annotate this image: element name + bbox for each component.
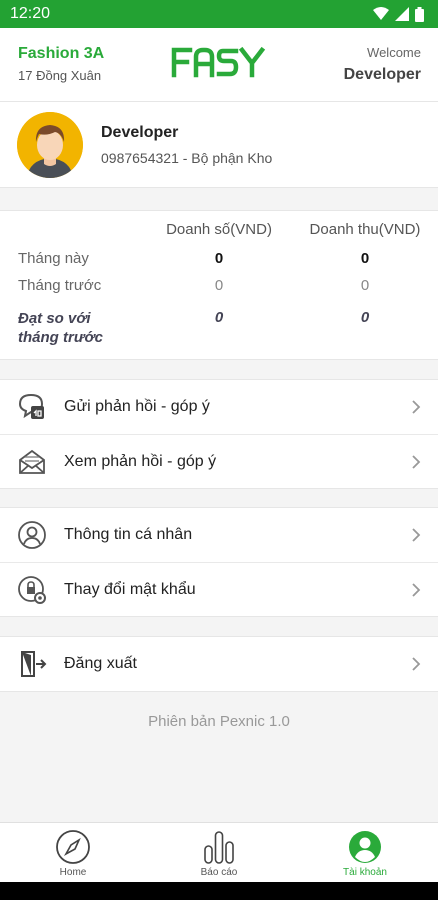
- nav-report-label: Báo cáo: [200, 867, 238, 878]
- compass-icon: [56, 830, 90, 864]
- nav-account-label: Tài khoản: [343, 867, 387, 878]
- column-header-sales: Doanh số(VND): [166, 221, 272, 238]
- row-label-last-month: Tháng trước: [18, 277, 102, 294]
- fasy-logo: [171, 46, 266, 78]
- chevron-right-icon: [412, 583, 421, 597]
- column-header-revenue: Doanh thu(VND): [309, 221, 421, 238]
- send-feedback-item[interactable]: Gửi phản hồi - góp ý: [0, 380, 438, 434]
- logout-door-icon: [16, 648, 48, 680]
- nav-home-label: Home: [59, 867, 87, 878]
- status-time: 12:20: [10, 5, 51, 22]
- chevron-right-icon: [412, 528, 421, 542]
- battery-icon: [415, 6, 424, 22]
- lock-settings-icon: [16, 574, 48, 606]
- app-version: Phiên bản Pexnic 1.0: [148, 713, 290, 730]
- bottom-navigation: Home Báo cáo Tài khoản: [0, 822, 438, 882]
- chevron-right-icon: [412, 455, 421, 469]
- profile-name: Developer: [101, 124, 179, 141]
- nav-account[interactable]: Tài khoản: [292, 823, 438, 882]
- send-feedback-label: Gửi phản hồi - góp ý: [64, 398, 210, 415]
- signal-icon: [395, 7, 409, 21]
- app-header: Fashion 3A 17 Đồng Xuân Welcome Develope…: [0, 28, 438, 102]
- revenue-this-month: 0: [360, 250, 370, 267]
- account-menu: Thông tin cá nhân Thay đổi mật khẩu: [0, 507, 438, 617]
- row-label-this-month: Tháng này: [18, 250, 89, 267]
- personal-info-item[interactable]: Thông tin cá nhân: [0, 508, 438, 562]
- change-password-label: Thay đổi mật khẩu: [64, 580, 196, 598]
- wifi-icon: [373, 7, 389, 20]
- revenue-last-month: 0: [360, 277, 370, 294]
- avatar: [17, 112, 83, 178]
- view-feedback-item[interactable]: Xem phản hồi - góp ý: [0, 434, 438, 488]
- chevron-right-icon: [412, 657, 421, 671]
- bar-chart-icon: [204, 831, 234, 864]
- logout-menu: Đăng xuất: [0, 636, 438, 692]
- shop-name: Fashion 3A: [18, 45, 105, 62]
- user-circle-icon: [16, 519, 48, 551]
- status-bar: 12:20: [0, 0, 438, 28]
- view-feedback-label: Xem phản hồi - góp ý: [64, 452, 217, 470]
- envelope-open-icon: [16, 446, 48, 478]
- row-label-compare: Đạt so với tháng trước: [18, 310, 103, 346]
- personal-info-label: Thông tin cá nhân: [64, 526, 193, 543]
- sales-compare: 0: [214, 309, 224, 326]
- sales-this-month: 0: [214, 250, 224, 267]
- sales-stats-table: Doanh số(VND) Doanh thu(VND) Tháng này 0…: [0, 210, 438, 360]
- profile-card[interactable]: Developer 0987654321 - Bộ phận Kho: [0, 102, 438, 188]
- welcome-label: Welcome: [367, 45, 421, 60]
- system-navigation-bar: [0, 882, 438, 900]
- chevron-right-icon: [412, 400, 421, 414]
- nav-report[interactable]: Báo cáo: [146, 823, 292, 882]
- feedback-menu: Gửi phản hồi - góp ý Xem phản hồi - góp …: [0, 379, 438, 489]
- sales-last-month: 0: [214, 277, 224, 294]
- logout-item[interactable]: Đăng xuất: [0, 637, 438, 691]
- revenue-compare: 0: [360, 309, 370, 326]
- change-password-item[interactable]: Thay đổi mật khẩu: [0, 562, 438, 616]
- account-icon: [349, 831, 381, 863]
- user-avatar-icon: [17, 112, 83, 178]
- nav-home[interactable]: Home: [0, 823, 146, 882]
- chat-bubble-icon: [16, 391, 48, 423]
- welcome-user-name: Developer: [343, 66, 421, 83]
- logout-label: Đăng xuất: [64, 655, 137, 672]
- shop-address: 17 Đồng Xuân: [18, 68, 102, 83]
- profile-phone-department: 0987654321 - Bộ phận Kho: [101, 150, 273, 166]
